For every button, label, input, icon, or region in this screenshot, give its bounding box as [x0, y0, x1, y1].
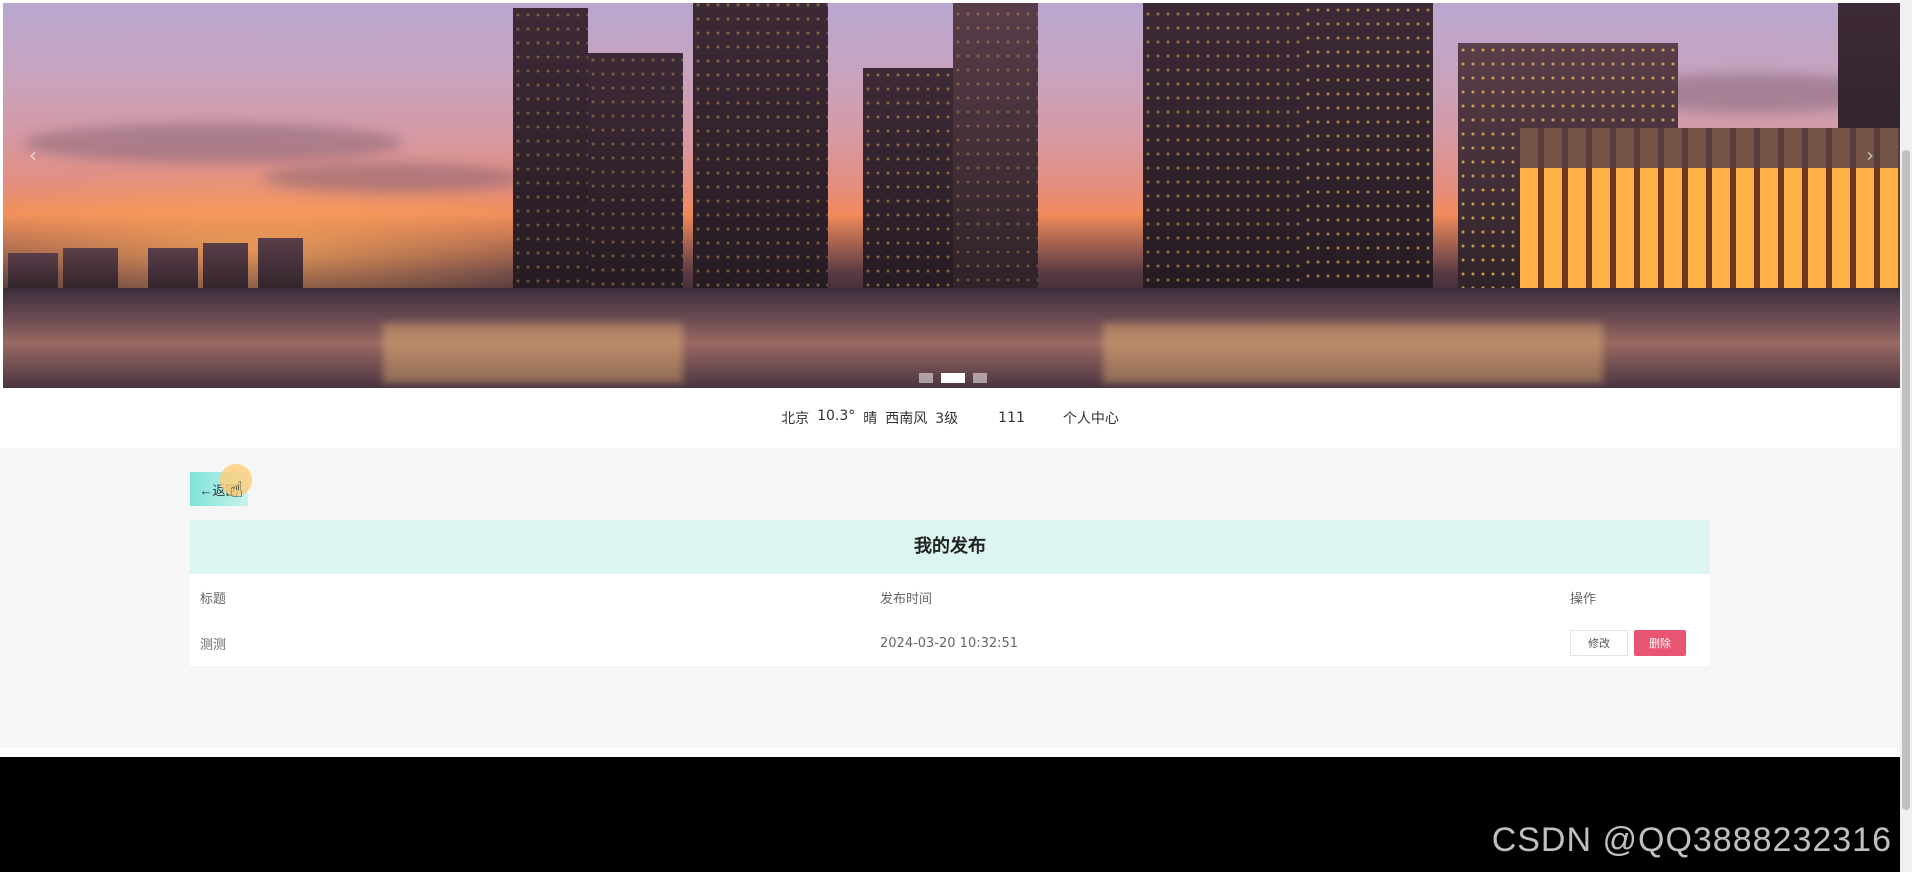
header-actions: 操作: [1570, 591, 1597, 607]
header-time: 发布时间: [880, 591, 933, 607]
post-title[interactable]: 测测: [190, 634, 880, 653]
cloud: [263, 163, 523, 193]
building: [258, 238, 303, 293]
building: [8, 253, 58, 293]
tower: [1143, 3, 1303, 293]
footer: CSDN @QQ3888232316: [0, 757, 1900, 872]
info-bar: 北京 10.3° 晴 西南风 3级 111 个人中心: [0, 390, 1900, 446]
carousel-dot-active[interactable]: [941, 373, 965, 383]
csdn-watermark: CSDN @QQ3888232316: [1491, 821, 1892, 859]
weather-widget: 北京 10.3° 晴 西南风 3级: [781, 408, 958, 428]
water-reflection: [383, 323, 683, 383]
hand-cursor-icon: ☝: [230, 478, 244, 503]
building: [63, 248, 118, 293]
page: ‹ › 北京 10.3° 晴 西南风 3级 111 个人中心 ←返回 ☝ 我的发…: [0, 0, 1912, 872]
posts-table: 标题 发布时间 操作 测测 2024-03-20 10:32:51 修改 删除: [190, 574, 1710, 666]
tower: [1303, 3, 1433, 293]
tower: [863, 68, 958, 293]
carousel-indicators: [919, 373, 987, 383]
building: [148, 248, 198, 293]
delete-button[interactable]: 删除: [1634, 630, 1686, 656]
tower: [693, 3, 828, 293]
user-center-link[interactable]: 个人中心: [1063, 408, 1119, 428]
weather-wind: 西南风: [885, 411, 928, 427]
weather-level: 3级: [935, 411, 959, 427]
water-reflection: [1103, 323, 1603, 383]
table-header: 标题 发布时间 操作: [190, 574, 1710, 620]
weather-temp: 10.3°: [817, 408, 856, 424]
tower: [513, 8, 588, 293]
page-scrollbar[interactable]: [1900, 0, 1912, 872]
table-row: 测测 2024-03-20 10:32:51 修改 删除: [190, 620, 1710, 666]
my-posts-panel: 我的发布 标题 发布时间 操作 测测 2024-03-20 10:32:51 修…: [190, 520, 1710, 666]
building: [203, 243, 248, 293]
banner-carousel[interactable]: ‹ ›: [3, 3, 1900, 388]
user-count[interactable]: 111: [998, 410, 1025, 426]
prev-arrow-icon[interactable]: ‹: [21, 143, 45, 167]
header-title: 标题: [200, 591, 227, 607]
weather-city: 北京: [781, 411, 810, 427]
carousel-dot[interactable]: [973, 373, 987, 383]
weather-condition: 晴: [863, 411, 878, 427]
panel-title: 我的发布: [190, 520, 1710, 574]
tower: [588, 53, 683, 293]
carousel-dot[interactable]: [919, 373, 933, 383]
post-time: 2024-03-20 10:32:51: [880, 635, 1019, 651]
tower: [953, 3, 1038, 293]
main-content: ←返回 ☝ 我的发布 标题 发布时间 操作 测测 2024-03-20 10:3…: [0, 448, 1900, 748]
next-arrow-icon[interactable]: ›: [1858, 143, 1882, 167]
scrollbar-thumb[interactable]: [1902, 150, 1910, 810]
edit-button[interactable]: 修改: [1570, 630, 1628, 656]
row-actions: 修改 删除: [1570, 630, 1710, 656]
cloud: [23, 123, 403, 163]
